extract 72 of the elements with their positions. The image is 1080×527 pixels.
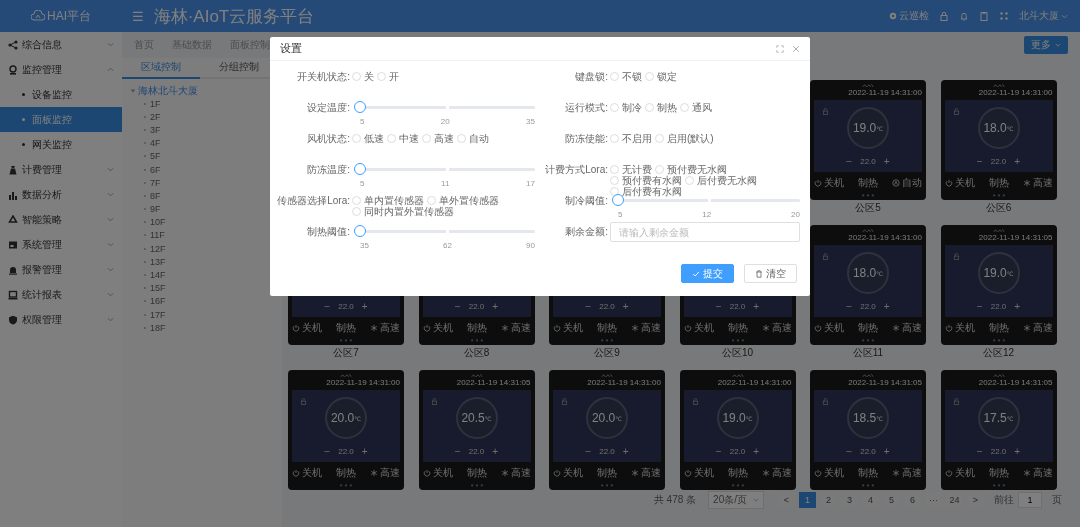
timestamp: 2022-11-19 14:31:05	[978, 233, 1053, 242]
tick-label: 35	[526, 117, 535, 126]
form-label: 键盘锁:	[574, 70, 608, 83]
setpoint-value: 22.0	[990, 302, 1007, 312]
setpoint-value: 22.0	[990, 157, 1007, 167]
tick-label: 17	[526, 179, 535, 188]
setpoint-value: 22.0	[338, 302, 354, 312]
tick-label: 5	[360, 179, 365, 188]
setpoint-value: 22.0	[860, 157, 876, 167]
form-label: 传感器选择Lora:	[276, 194, 350, 207]
temperature-dial: 19.0$^{℃}$	[847, 107, 889, 150]
timestamp: 2022-11-19 14:31:05	[848, 378, 922, 387]
form-label: 防冻温度:	[306, 163, 350, 176]
page-unit: 页	[1052, 493, 1062, 507]
temperature-dial: 18.0$^{℃}$	[977, 107, 1020, 150]
tick-label: 20	[440, 117, 450, 126]
goto-label: 前往	[994, 493, 1014, 507]
timestamp: 2022-11-19 14:31:00	[326, 378, 400, 387]
tick-label: 62	[443, 241, 452, 250]
app-title: 海林·AIoT云服务平台	[153, 5, 315, 28]
tick-label: 5	[360, 117, 365, 126]
setpoint-value: 22.0	[729, 302, 746, 312]
setpoint-value: 22.0	[338, 447, 354, 457]
form-label: 制冷阈值:	[564, 194, 608, 207]
setpoint-value: 22.0	[599, 302, 615, 312]
logo-text: HAI平台	[47, 7, 91, 25]
setpoint-value: 22.0	[990, 447, 1007, 457]
tick-label: 20	[791, 210, 800, 219]
dialog-title: 设置	[280, 41, 302, 56]
setpoint-value: 22.0	[860, 447, 876, 457]
setpoint-value: 22.0	[729, 447, 746, 457]
temperature-dial: 18.0$^{℃}$	[847, 252, 889, 295]
panel-name: 公区6	[985, 202, 1012, 214]
temperature-dial: 20.5$^{℃}$	[455, 397, 498, 440]
timestamp: 2022-11-19 14:31:00	[848, 88, 922, 97]
timestamp: 2022-11-19 14:31:00	[717, 378, 792, 387]
temperature-dial: 19.0$^{℃}$	[716, 397, 759, 440]
form-label: 剩余金额:	[564, 225, 608, 238]
panel-name: 公区5	[855, 202, 881, 214]
tick-label: 35	[360, 241, 369, 250]
form-label: 设定温度:	[306, 101, 350, 114]
timestamp: 2022-11-19 14:31:05	[456, 378, 531, 387]
temperature-dial: 19.0$^{℃}$	[977, 252, 1020, 295]
tick-label: 12	[702, 210, 712, 219]
total-count: 共 478 条	[653, 493, 697, 507]
form-label: 计费方式Lora:	[544, 163, 608, 176]
timestamp: 2022-11-19 14:31:00	[848, 233, 922, 242]
form-label: 风机状态:	[306, 132, 350, 145]
temperature-dial: 20.0$^{℃}$	[586, 397, 628, 440]
form-label: 制热阈值:	[306, 225, 350, 238]
setpoint-value: 22.0	[860, 302, 876, 312]
tick-label: 90	[526, 241, 535, 250]
temperature-dial: 18.5$^{℃}$	[847, 397, 889, 440]
setpoint-value: 22.0	[468, 447, 485, 457]
panel-name: 公区9	[594, 347, 620, 359]
form-label: 运行模式:	[564, 101, 608, 114]
form-label: 防冻使能:	[564, 132, 608, 145]
panel-name: 公区8	[463, 347, 490, 359]
panel-name: 公区12	[982, 347, 1015, 359]
temperature-dial: 17.5$^{℃}$	[977, 397, 1020, 440]
tick-label: 11	[441, 179, 450, 188]
panel-name: 公区11	[852, 347, 884, 359]
timestamp: 2022-11-19 14:31:00	[978, 88, 1053, 97]
panel-name: 公区7	[333, 347, 359, 359]
temperature-dial: 20.0$^{℃}$	[325, 397, 367, 440]
timestamp: 2022-11-19 14:31:05	[978, 378, 1053, 387]
form-label: 开关机状态:	[296, 70, 350, 83]
setpoint-value: 22.0	[599, 447, 615, 457]
tick-label: 5	[618, 210, 623, 219]
setpoint-value: 22.0	[468, 302, 485, 312]
timestamp: 2022-11-19 14:31:00	[587, 378, 661, 387]
panel-name: 公区10	[721, 347, 754, 359]
